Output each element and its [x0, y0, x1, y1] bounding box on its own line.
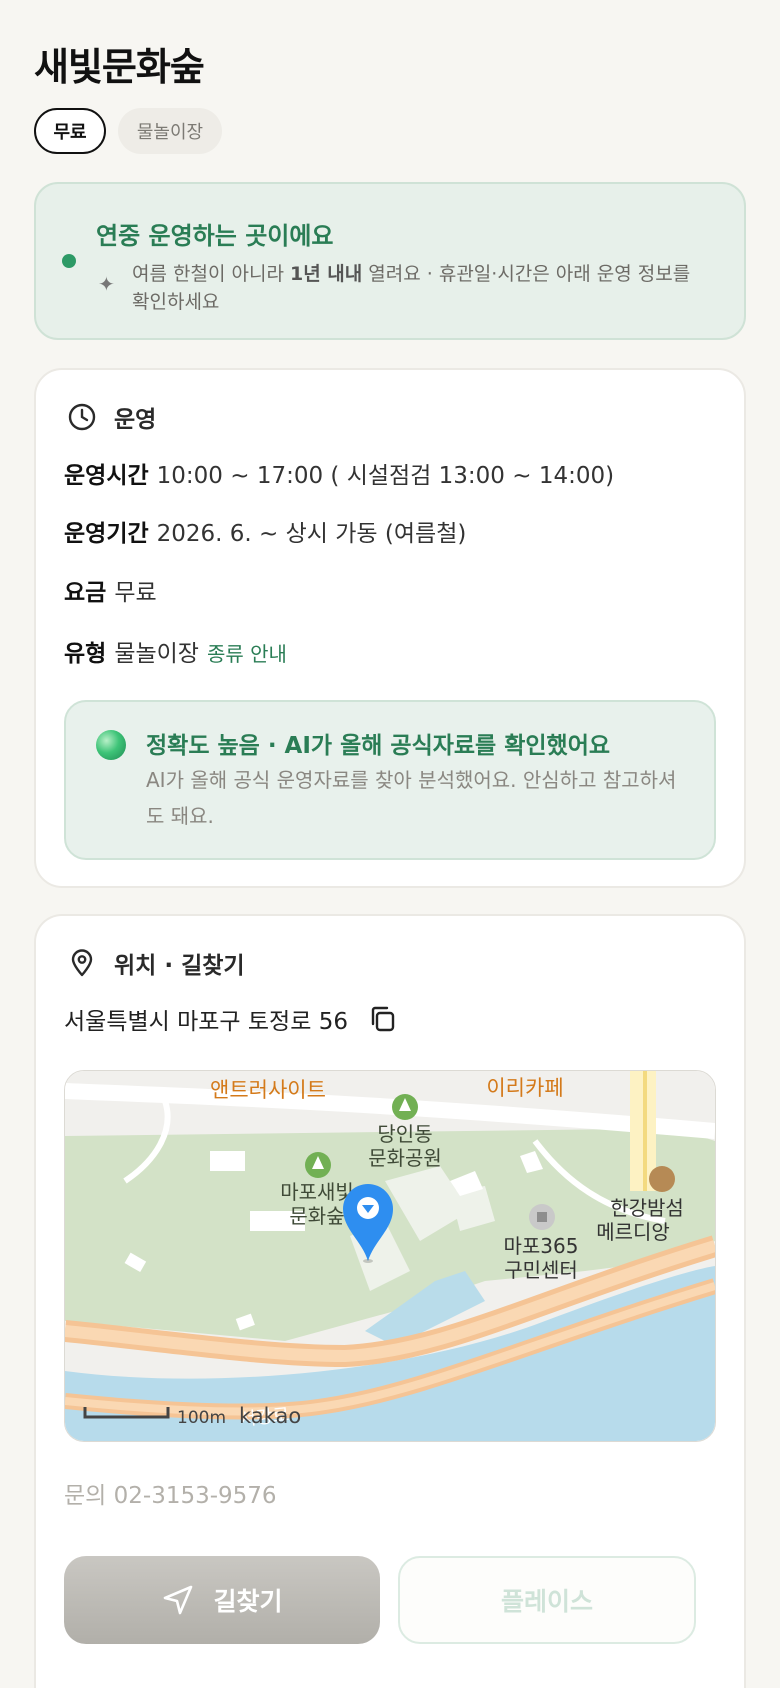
- tag-free[interactable]: 무료: [34, 108, 106, 154]
- year-round-notice: 연중 운영하는 곳이에요 ✦ 여름 한철이 아니라 1년 내내 열려요 · 휴관…: [34, 182, 746, 340]
- map-canvas: 앤트러사이트 이리카페 당인동 문화공원 마포새빛 문화숲 한강밤섬 메르디앙 …: [65, 1071, 715, 1441]
- period-value: 2026. 6. ~ 상시 가동 (여름철): [156, 521, 467, 547]
- location-header: 위치 · 길찾기: [66, 946, 245, 980]
- inquiry-phone[interactable]: 문의 02-3153-9576: [64, 1476, 277, 1510]
- notice-body-bold: 1년 내내: [289, 263, 363, 285]
- type-value: 물놀이장: [114, 641, 199, 667]
- location-map[interactable]: 앤트러사이트 이리카페 당인동 문화공원 마포새빛 문화숲 한강밤섬 메르디앙 …: [64, 1070, 716, 1442]
- notice-body: 여름 한철이 아니라 1년 내내 열려요 · 휴관일·시간은 아래 운영 정보를…: [132, 260, 712, 316]
- hours-label: 운영시간: [64, 463, 149, 489]
- map-label-hangang-line2: 메르디앙: [596, 1220, 670, 1244]
- navigation-arrow-icon: [164, 1585, 193, 1615]
- map-pin-icon: [66, 947, 98, 979]
- map-scale-label: 100m: [177, 1408, 226, 1428]
- operation-heading: 운영: [114, 407, 157, 433]
- map-label-saebit-line2: 문화숲: [289, 1204, 344, 1228]
- map-label-hangang-line1: 한강밤섬: [610, 1196, 684, 1220]
- sparkle-icon: ✦: [98, 272, 115, 296]
- hours-value: 10:00 ~ 17:00 ( 시설점검 13:00 ~ 14:00): [156, 463, 615, 489]
- map-kakao-logo: kakao: [239, 1404, 301, 1428]
- map-label-iri-cafe: 이리카페: [486, 1076, 563, 1100]
- address-text: 서울특별시 마포구 토정로 56: [64, 1009, 348, 1035]
- location-heading: 위치 · 길찾기: [114, 953, 245, 979]
- map-label-park-line2: 문화공원: [368, 1146, 442, 1170]
- map-label-saebit-line1: 마포새빛: [280, 1180, 354, 1204]
- ai-accuracy-box: 정확도 높음 · AI가 올해 공식자료를 확인했어요 AI가 올해 공식 운영…: [64, 700, 716, 860]
- location-card: 위치 · 길찾기 서울특별시 마포구 토정로 56 앤트러사이트 이리카페 당인…: [34, 914, 746, 1688]
- map-label-anthracite: 앤트러사이트: [210, 1078, 326, 1102]
- tag-water-park[interactable]: 물놀이장: [118, 108, 222, 154]
- fee-row: 요금 무료: [64, 573, 157, 607]
- copy-icon[interactable]: [368, 1004, 398, 1034]
- page-title: 새빛문화숲: [34, 45, 205, 89]
- address-row: 서울특별시 마포구 토정로 56: [64, 1002, 398, 1036]
- map-label-park-line1: 당인동: [377, 1122, 432, 1146]
- map-label-mapo-line1: 마포365: [504, 1234, 579, 1258]
- place-label: 플레이스: [500, 1587, 593, 1616]
- ai-orb-icon: [96, 730, 126, 760]
- directions-button[interactable]: 길찾기: [64, 1556, 380, 1644]
- ai-heading: 정확도 높음 · AI가 올해 공식자료를 확인했어요: [146, 733, 611, 759]
- fee-label: 요금: [64, 580, 107, 606]
- notice-heading: 연중 운영하는 곳이에요: [96, 222, 334, 250]
- place-button[interactable]: 플레이스: [398, 1556, 696, 1644]
- hours-row: 운영시간 10:00 ~ 17:00 ( 시설점검 13:00 ~ 14:00): [64, 456, 614, 490]
- fee-value: 무료: [114, 580, 157, 606]
- map-label-mapo-line2: 구민센터: [504, 1258, 578, 1282]
- directions-label: 길찾기: [213, 1587, 283, 1616]
- place-detail-page: 새빛문화숲 무료 물놀이장 연중 운영하는 곳이에요 ✦ 여름 한철이 아니라 …: [0, 0, 780, 1688]
- type-guide-link[interactable]: 종류 안내: [207, 642, 287, 666]
- type-row: 유형 물놀이장 종류 안내: [64, 634, 287, 668]
- clock-icon: [66, 401, 98, 433]
- notice-body-pre: 여름 한철이 아니라: [132, 263, 290, 285]
- ai-body: AI가 올해 공식 운영자료를 찾아 분석했어요. 안심하고 참고하셔도 돼요.: [146, 768, 677, 828]
- operation-header: 운영: [66, 400, 156, 434]
- period-row: 운영기간 2026. 6. ~ 상시 가동 (여름철): [64, 514, 466, 548]
- operation-card: 운영 운영시간 10:00 ~ 17:00 ( 시설점검 13:00 ~ 14:0…: [34, 368, 746, 888]
- type-label: 유형: [64, 641, 107, 667]
- status-dot-icon: [62, 254, 76, 268]
- period-label: 운영기간: [64, 521, 149, 547]
